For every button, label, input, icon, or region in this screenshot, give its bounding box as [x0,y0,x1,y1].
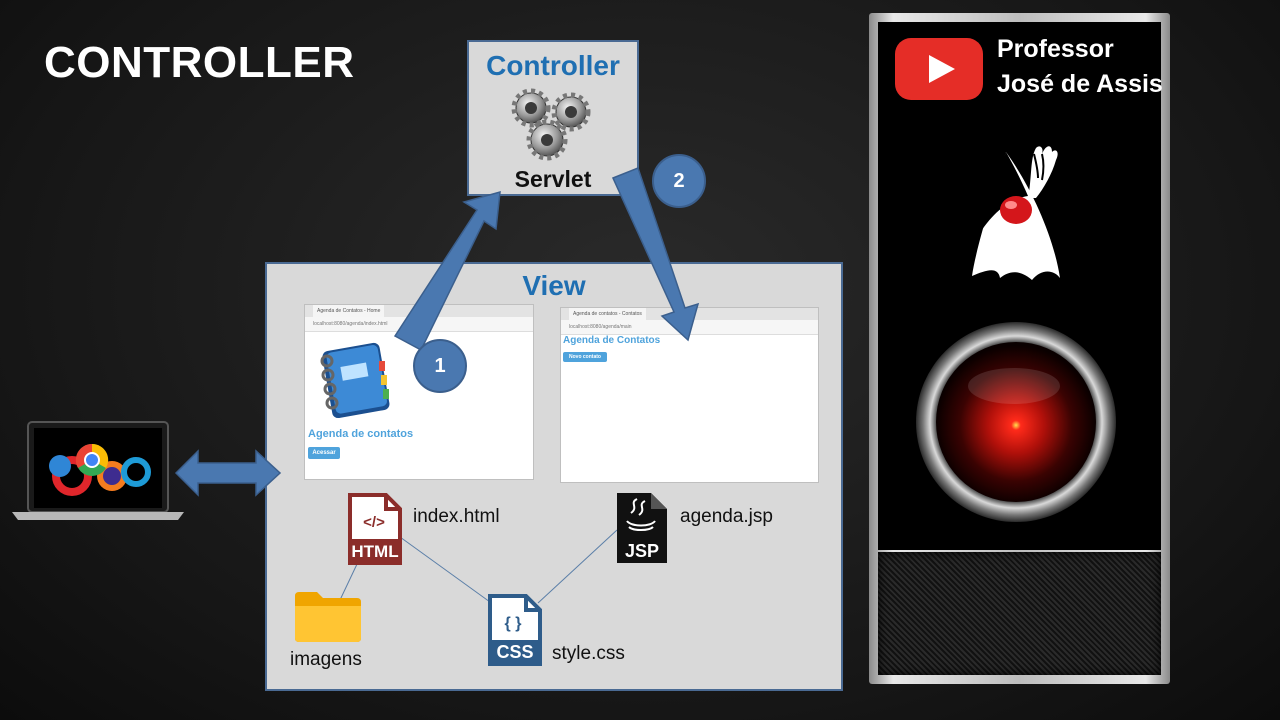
browser-tabbar: Agenda de contatos - Contatos [561,308,818,320]
browser-tab: Agenda de contatos - Contatos [569,308,646,320]
style-file-label: style.css [552,643,625,664]
css-file-icon: { } CSS [488,594,542,666]
css-file-type: CSS [496,642,533,662]
jsp-file-icon: JSP [617,493,667,563]
html-file-glyph: </> [363,514,385,531]
index-access-button: Acessar [308,447,340,459]
agenda-page-screenshot: Agenda de contatos - Contatos localhost:… [561,308,818,482]
browser-urlbar: localhost:8080/agenda/index.html [305,317,533,332]
edge-logo [49,455,71,477]
browser-tabbar: Agenda de Contatos - Home [305,305,533,317]
index-file-label: index.html [413,506,500,527]
browser-urlbar: localhost:8080/agenda/main [561,320,818,335]
browser-url: localhost:8080/agenda/index.html [313,321,388,327]
agenda-page-heading: Agenda de Contatos [563,335,661,346]
address-book-icon [320,342,390,419]
index-page-screenshot: Agenda de Contatos - Home localhost:8080… [305,305,533,479]
channel-name: Professor José de Assis [997,32,1163,102]
hal-speaker-grille [878,552,1161,675]
view-title: View [522,270,586,301]
new-contact-button: Novo contato [563,352,607,362]
index-page-heading: Agenda de contatos [308,428,414,440]
slide-title: CONTROLLER [44,38,355,87]
java-duke-icon [972,146,1060,280]
agenda-file-label: agenda.jsp [680,506,773,527]
laptop-browsers-icon [12,421,184,520]
servlet-label: Servlet [514,166,592,192]
browser-url: localhost:8080/agenda/main [569,324,632,330]
css-file-glyph: { } [505,615,522,632]
folder-icon [295,592,361,642]
channel-name-line1: Professor [997,35,1114,63]
html-file-type: HTML [351,542,398,561]
controller-box: Controller Servlet [467,40,639,196]
step-2-badge: 2 [652,154,706,208]
hal-eye-icon [916,322,1116,522]
youtube-icon [895,38,983,100]
html-file-icon: </> HTML [348,493,402,565]
browser-tab: Agenda de Contatos - Home [313,305,385,317]
controller-title: Controller [486,50,620,81]
imagens-folder-label: imagens [290,649,362,670]
channel-name-line2: José de Assis [997,70,1163,98]
step-1-badge: 1 [413,339,467,393]
gears-icon [511,88,591,161]
jsp-file-type: JSP [625,541,659,561]
